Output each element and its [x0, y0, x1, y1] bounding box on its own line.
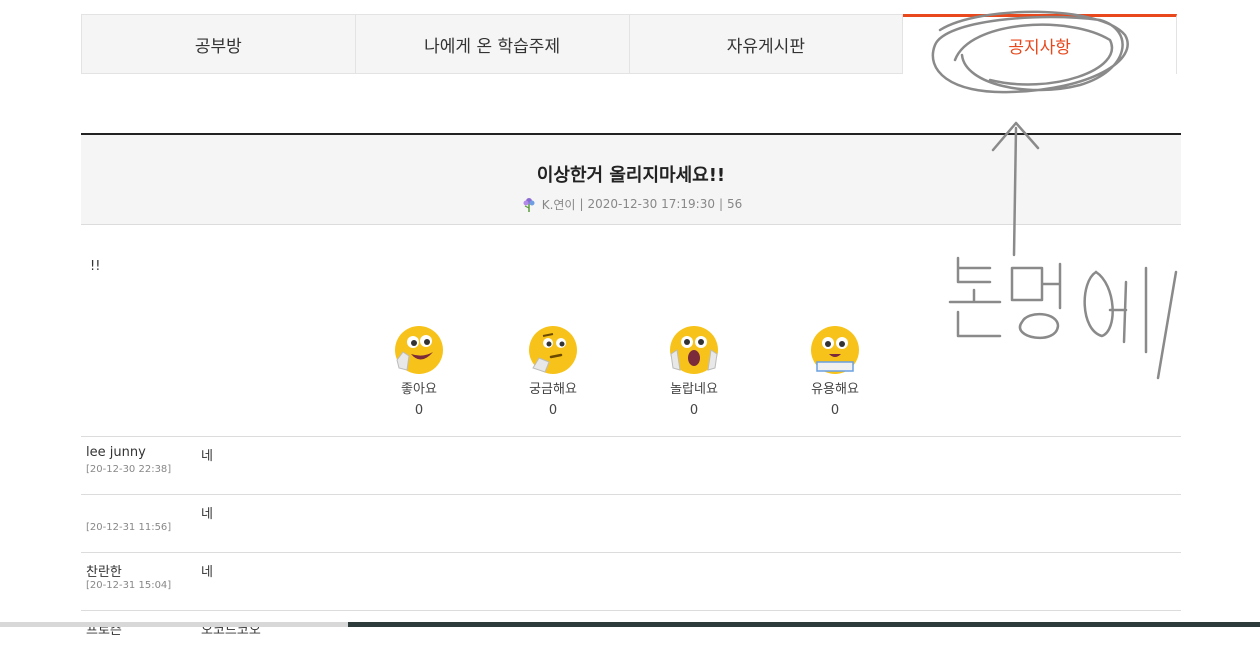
surprised-face-icon [670, 326, 718, 374]
reaction-count: 0 [689, 403, 699, 418]
taskbar-edge-right [348, 622, 1260, 627]
post-body: !! [90, 259, 101, 274]
reaction-bar: 좋아요 0 궁금해요 0 놀랍네요 0 유용해요 0 [0, 324, 1260, 424]
comment-date: [20-12-31 11:56] [86, 522, 172, 533]
reaction-surprised-button[interactable]: 놀랍네요 0 [649, 324, 739, 418]
reaction-label: 좋아요 [401, 382, 437, 397]
thumb-face-icon [395, 326, 443, 374]
board-tabs: 공부방 나에게 온 학습주제 자유게시판 공지사항 [81, 14, 1177, 74]
taskbar-edge-left [0, 622, 348, 627]
reaction-like-button[interactable]: 좋아요 0 [374, 324, 464, 418]
tab-free-board[interactable]: 자유게시판 [629, 14, 904, 74]
meta-separator: | [579, 197, 584, 211]
reaction-count: 0 [830, 403, 840, 418]
reaction-count: 0 [548, 403, 558, 418]
reaction-count: 0 [414, 403, 424, 418]
comment-item: 찬란한 [20-12-31 15:04] 네 [81, 552, 1181, 610]
post-datetime: 2020-12-30 17:19:30 [587, 197, 715, 211]
comment-date: [20-12-31 15:04] [86, 580, 172, 591]
post-title: 이상한거 올리지마세요!! [536, 165, 726, 186]
book-face-icon [811, 326, 859, 374]
post-views: 56 [727, 197, 743, 211]
comment-item: [20-12-31 11:56] 네 [81, 494, 1181, 552]
post-author[interactable]: K.연이 [542, 196, 576, 213]
reaction-label: 유용해요 [811, 382, 859, 397]
comment-date: [20-12-30 22:38] [86, 464, 172, 475]
thinking-face-icon [529, 326, 577, 374]
comment-text: 네 [201, 449, 213, 464]
reaction-curious-button[interactable]: 궁금해요 0 [508, 324, 598, 418]
comment-item: 프로즌 오코드코오 [81, 610, 1181, 668]
reaction-useful-button[interactable]: 유용해요 0 [790, 324, 880, 418]
tab-study-room[interactable]: 공부방 [81, 14, 356, 74]
tab-my-study-topics[interactable]: 나에게 온 학습주제 [355, 14, 630, 74]
reaction-label: 궁금해요 [529, 382, 577, 397]
comment-text: 네 [201, 565, 213, 580]
comment-list: lee junny [20-12-30 22:38] 네 [20-12-31 1… [81, 436, 1181, 668]
taskbar-edge [0, 622, 1260, 627]
comment-item: lee junny [20-12-30 22:38] 네 [81, 436, 1181, 494]
meta-separator: | [718, 197, 724, 211]
post-header: 이상한거 올리지마세요!! K.연이 | 2020-12-30 17:19:30… [81, 133, 1181, 225]
comment-author[interactable]: 찬란한 [86, 561, 122, 580]
reaction-label: 놀랍네요 [670, 382, 718, 397]
comment-author[interactable]: lee junny [86, 445, 146, 460]
post-meta: K.연이 | 2020-12-30 17:19:30 | 56 [81, 195, 1181, 213]
tab-notice[interactable]: 공지사항 [903, 14, 1177, 74]
comment-text: 네 [201, 507, 213, 522]
flower-avatar-icon [523, 198, 535, 212]
